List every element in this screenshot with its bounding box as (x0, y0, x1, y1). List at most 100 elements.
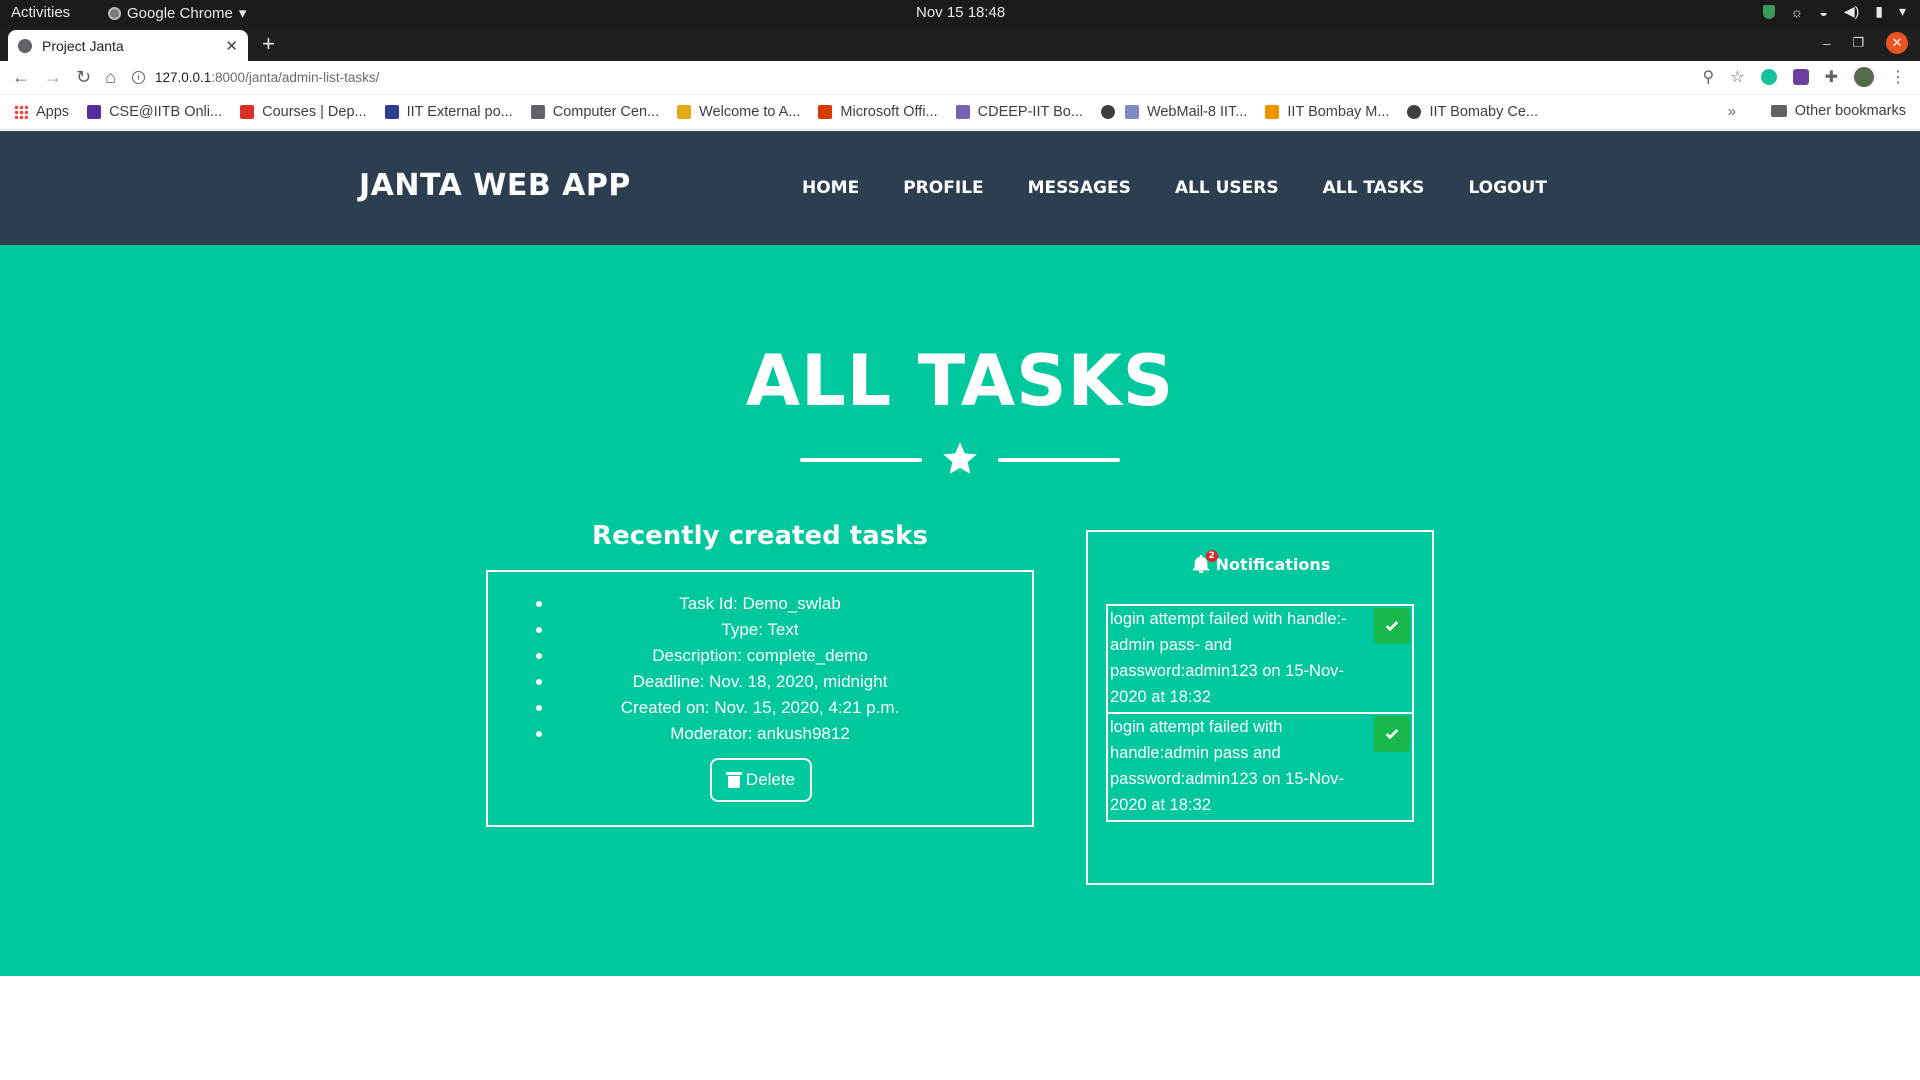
bookmarks-bar: Apps CSE@IITB Onli... Courses | Dep... IIT … (0, 95, 1920, 130)
bookmark-label: Apps (36, 104, 70, 120)
activities-button[interactable]: Activities (11, 4, 70, 21)
page-title: ALL TASKS (745, 340, 1175, 422)
mark-read-button[interactable] (1374, 608, 1410, 644)
notification-text: login attempt failed with handle:admin p… (1110, 718, 1344, 814)
task-deadline: Deadline: Nov. 18, 2020, midnight (488, 669, 1032, 695)
chrome-menu-icon[interactable]: ⋮ (1890, 67, 1906, 87)
forward-icon[interactable]: → (44, 67, 62, 88)
chevron-down-icon: ▾ (238, 5, 247, 22)
bookmark-item[interactable]: CDEEP-IIT Bo... (955, 104, 1083, 120)
volume-icon[interactable]: ◀) (1844, 3, 1859, 20)
bookmark-item[interactable]: WebMail-8 IIT... (1124, 104, 1248, 120)
bookmark-label: Welcome to A... (699, 104, 801, 120)
back-icon[interactable]: ← (12, 67, 30, 88)
star-icon (943, 442, 977, 474)
extension-icon[interactable] (1792, 69, 1809, 85)
wifi-icon[interactable]: ◒ (1819, 4, 1827, 20)
divider-line-left (800, 458, 922, 462)
task-created-on: Created on: Nov. 15, 2020, 4:21 p.m. (488, 695, 1032, 721)
browser-toolbar: ← → ↻ ⌂ i 127.0.0.1:8000/janta/admin-lis… (0, 61, 1920, 95)
site-navbar: JANTA WEB APP HOME PROFILE MESSAGES ALL … (0, 131, 1920, 245)
app-menu-label: Google Chrome (127, 4, 233, 22)
shield-icon[interactable] (1762, 4, 1775, 19)
task-card: Task Id: Demo_swlab Type: Text Descripti… (486, 570, 1034, 827)
mark-read-button[interactable] (1374, 716, 1410, 752)
notification-item: login attempt failed with handle:-admin … (1106, 604, 1414, 714)
extensions-puzzle-icon[interactable]: ✚ (1825, 67, 1838, 87)
bookmark-item[interactable]: CSE@IITB Onli... (87, 104, 222, 120)
folder-icon (1770, 105, 1787, 117)
site-menu: HOME PROFILE MESSAGES ALL USERS ALL TASK… (802, 178, 1547, 198)
reload-icon[interactable]: ↻ (76, 67, 91, 88)
system-tray[interactable]: ☼ ◒ ◀) ▮ ▾ (1762, 3, 1906, 20)
other-bookmarks[interactable]: Other bookmarks (1770, 103, 1906, 119)
clock[interactable]: Nov 15 18:48 (916, 4, 1005, 21)
notification-count-badge: 2 (1205, 550, 1218, 562)
webmail-icon (1124, 105, 1139, 119)
bookmark-item[interactable]: Microsoft Offi... (818, 104, 938, 120)
close-tab-icon[interactable]: ✕ (225, 37, 238, 55)
power-menu-icon[interactable]: ▾ (1899, 3, 1906, 20)
tab-title: Project Janta (42, 37, 124, 54)
new-tab-button[interactable]: + (262, 33, 275, 55)
check-icon (1385, 729, 1399, 740)
profile-avatar[interactable] (1854, 67, 1874, 87)
check-icon (1385, 621, 1399, 632)
grammarly-extension-icon[interactable] (1760, 69, 1777, 85)
battery-icon[interactable]: ▮ (1875, 3, 1883, 20)
welcome-icon (677, 105, 692, 119)
bookmark-label: CSE@IITB Onli... (109, 104, 223, 120)
cse-icon (87, 105, 102, 119)
office-icon (818, 105, 833, 119)
bookmark-item[interactable]: Apps (14, 104, 69, 120)
restore-icon[interactable]: ❐ (1852, 35, 1864, 51)
other-bookmarks-label: Other bookmarks (1794, 103, 1906, 119)
more-bookmarks-button[interactable]: » (1728, 103, 1736, 120)
tasks-heading: Recently created tasks (592, 521, 928, 551)
zoom-icon[interactable]: ⚲ (1703, 67, 1715, 87)
bookmark-item[interactable]: IIT External po... (384, 104, 513, 120)
apps-grid-icon (14, 105, 28, 119)
notification-text: login attempt failed with handle:-admin … (1110, 610, 1347, 706)
globe-icon (1100, 105, 1115, 119)
home-icon[interactable]: ⌂ (105, 67, 116, 88)
minimize-icon[interactable]: – (1823, 36, 1830, 51)
close-window-button[interactable]: ✕ (1886, 32, 1908, 54)
site-brand[interactable]: JANTA WEB APP (359, 168, 631, 203)
tab-strip: Project Janta ✕ + – ❐ ✕ (0, 27, 1920, 61)
bookmark-label: WebMail-8 IIT... (1146, 104, 1248, 120)
bookmark-item[interactable] (1100, 105, 1115, 119)
site-info-icon[interactable]: i (131, 71, 145, 84)
bookmark-star-icon[interactable]: ☆ (1730, 67, 1744, 87)
brightness-icon[interactable]: ☼ (1791, 4, 1804, 20)
bookmark-item[interactable]: IIT Bomaby Ce... (1407, 104, 1538, 120)
nav-home[interactable]: HOME (802, 178, 859, 198)
courses-icon (240, 105, 255, 119)
task-moderator: Moderator: ankush9812 (488, 721, 1032, 747)
bell-icon[interactable]: 2 (1190, 550, 1218, 576)
bookmark-item[interactable]: Welcome to A... (677, 104, 800, 120)
cc-icon (530, 105, 545, 119)
url-host: 127.0.0.1 (154, 70, 212, 85)
task-id: Task Id: Demo_swlab (488, 591, 1032, 617)
delete-task-button[interactable]: Delete (710, 758, 812, 802)
app-menu[interactable]: Google Chrome ▾ (108, 4, 246, 22)
cdeep-icon (955, 105, 970, 119)
browser-tab[interactable]: Project Janta ✕ (8, 30, 248, 61)
nav-messages[interactable]: MESSAGES (1028, 178, 1131, 198)
nav-all-tasks[interactable]: ALL TASKS (1323, 178, 1425, 198)
bookmark-item[interactable]: IIT Bombay M... (1265, 104, 1389, 120)
masthead: ALL TASKS Recently created tasks Task Id… (0, 245, 1920, 976)
globe-icon (1407, 105, 1422, 119)
notifications-title: Notifications (1215, 554, 1331, 574)
chrome-icon (108, 6, 121, 20)
bookmark-item[interactable]: Courses | Dep... (240, 104, 367, 120)
address-bar[interactable]: i 127.0.0.1:8000/janta/admin-list-tasks/ (131, 65, 1752, 91)
nav-all-users[interactable]: ALL USERS (1175, 178, 1279, 198)
bookmark-item[interactable]: Computer Cen... (530, 104, 659, 120)
nav-logout[interactable]: LOGOUT (1468, 178, 1546, 198)
nav-profile[interactable]: PROFILE (903, 178, 983, 198)
notification-item: login attempt failed with handle:admin p… (1106, 712, 1414, 822)
notifications-header: 2 Notifications (1088, 550, 1432, 576)
task-type: Type: Text (488, 617, 1032, 643)
